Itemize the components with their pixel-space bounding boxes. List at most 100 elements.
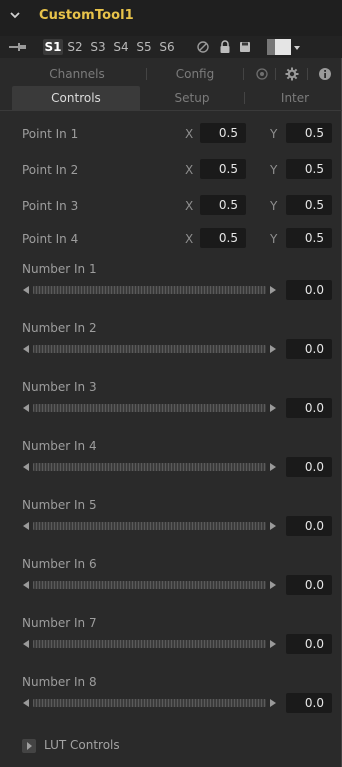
number-value-field[interactable]: 0.0 — [286, 339, 332, 359]
number-slider[interactable] — [21, 639, 278, 649]
slot-s2[interactable]: S2 — [64, 39, 86, 55]
tab-controls[interactable]: Controls — [12, 86, 140, 110]
number-slider[interactable] — [21, 462, 278, 472]
tab-inter[interactable]: Inter — [248, 86, 342, 110]
x-value-field[interactable]: 0.5 — [200, 123, 246, 143]
slot-s6[interactable]: S6 — [156, 39, 178, 55]
swatch-light — [275, 39, 291, 55]
gear-icon[interactable] — [285, 67, 299, 81]
number-label: Number In 8 — [22, 675, 97, 689]
slider-track[interactable] — [33, 345, 266, 353]
slider-track[interactable] — [33, 286, 266, 294]
y-value-field[interactable]: 0.5 — [286, 195, 332, 215]
number-slider[interactable] — [21, 580, 278, 590]
slider-left-arrow-icon[interactable] — [23, 699, 29, 707]
slider-track[interactable] — [33, 404, 266, 412]
tab-divider — [243, 68, 244, 80]
number-value-field[interactable]: 0.0 — [286, 693, 332, 713]
dropdown-arrow-icon[interactable] — [294, 46, 300, 50]
tab-divider — [244, 92, 245, 104]
slider-right-arrow-icon[interactable] — [270, 463, 276, 471]
lock-icon[interactable] — [218, 40, 232, 54]
slider-track[interactable] — [33, 522, 266, 530]
slider-right-arrow-icon[interactable] — [270, 286, 276, 294]
inspector-panel: CustomTool1 S1 S2 S3 S4 S5 S6 Channels C… — [0, 0, 342, 767]
slot-s4[interactable]: S4 — [110, 39, 132, 55]
slot-s3[interactable]: S3 — [87, 39, 109, 55]
slider-right-arrow-icon[interactable] — [270, 581, 276, 589]
version-slot-bar: S1 S2 S3 S4 S5 S6 — [0, 36, 342, 58]
slider-right-arrow-icon[interactable] — [270, 522, 276, 530]
x-axis-label: X — [185, 163, 194, 177]
slider-track[interactable] — [33, 699, 266, 707]
slider-right-arrow-icon[interactable] — [270, 404, 276, 412]
x-value-field[interactable]: 0.5 — [200, 195, 246, 215]
number-slider[interactable] — [21, 521, 278, 531]
slider-left-arrow-icon[interactable] — [23, 522, 29, 530]
x-axis-label: X — [185, 127, 194, 141]
number-label: Number In 4 — [22, 439, 97, 453]
slot-s5[interactable]: S5 — [133, 39, 155, 55]
swatch-dark — [267, 39, 275, 55]
x-axis-label: X — [185, 232, 194, 246]
slider-left-arrow-icon[interactable] — [23, 463, 29, 471]
number-value-field[interactable]: 0.0 — [286, 457, 332, 477]
tab-divider — [307, 68, 308, 80]
slider-track[interactable] — [33, 581, 266, 589]
slider-left-arrow-icon[interactable] — [23, 404, 29, 412]
number-label: Number In 2 — [22, 321, 97, 335]
tab-config[interactable]: Config — [148, 62, 242, 86]
slot-s1[interactable]: S1 — [43, 39, 63, 55]
number-value-field[interactable]: 0.0 — [286, 516, 332, 536]
number-label: Number In 1 — [22, 262, 97, 276]
y-axis-label: Y — [270, 232, 278, 246]
slider-track[interactable] — [33, 640, 266, 648]
slider-right-arrow-icon[interactable] — [270, 699, 276, 707]
y-value-field[interactable]: 0.5 — [286, 123, 332, 143]
y-axis-label: Y — [270, 199, 278, 213]
slider-right-arrow-icon[interactable] — [270, 640, 276, 648]
slider-left-arrow-icon[interactable] — [23, 286, 29, 294]
number-slider[interactable] — [21, 344, 278, 354]
tab-divider — [146, 68, 147, 80]
slider-left-arrow-icon[interactable] — [23, 581, 29, 589]
tool-header[interactable]: CustomTool1 — [0, 0, 342, 36]
slider-track[interactable] — [33, 463, 266, 471]
point-label: Point In 2 — [22, 163, 79, 177]
expand-arrow-icon[interactable] — [22, 739, 36, 753]
slider-left-arrow-icon[interactable] — [23, 640, 29, 648]
number-label: Number In 7 — [22, 616, 97, 630]
chevron-down-icon[interactable] — [9, 9, 21, 21]
number-value-field[interactable]: 0.0 — [286, 280, 332, 300]
number-value-field[interactable]: 0.0 — [286, 634, 332, 654]
x-value-field[interactable]: 0.5 — [200, 159, 246, 179]
y-axis-label: Y — [270, 163, 278, 177]
tab-setup[interactable]: Setup — [142, 86, 242, 110]
number-slider[interactable] — [21, 285, 278, 295]
pin-icon[interactable] — [9, 41, 29, 53]
point-label: Point In 3 — [22, 199, 79, 213]
x-value-field[interactable]: 0.5 — [200, 228, 246, 248]
no-entry-icon[interactable] — [196, 40, 210, 54]
point-label: Point In 1 — [22, 127, 79, 141]
number-slider[interactable] — [21, 698, 278, 708]
info-icon[interactable] — [318, 67, 332, 81]
color-swatch-icon[interactable] — [267, 39, 291, 55]
tab-channels[interactable]: Channels — [22, 62, 132, 86]
lut-controls-label: LUT Controls — [44, 738, 120, 752]
slider-right-arrow-icon[interactable] — [270, 345, 276, 353]
number-slider[interactable] — [21, 403, 278, 413]
y-axis-label: Y — [270, 127, 278, 141]
tool-title: CustomTool1 — [39, 8, 134, 23]
point-label: Point In 4 — [22, 232, 79, 246]
y-value-field[interactable]: 0.5 — [286, 228, 332, 248]
number-value-field[interactable]: 0.0 — [286, 575, 332, 595]
tab-divider — [275, 68, 276, 80]
slider-left-arrow-icon[interactable] — [23, 345, 29, 353]
y-value-field[interactable]: 0.5 — [286, 159, 332, 179]
camera-icon[interactable] — [255, 67, 269, 81]
number-label: Number In 3 — [22, 380, 97, 394]
save-icon[interactable] — [238, 40, 252, 54]
number-value-field[interactable]: 0.0 — [286, 398, 332, 418]
number-label: Number In 5 — [22, 498, 97, 512]
